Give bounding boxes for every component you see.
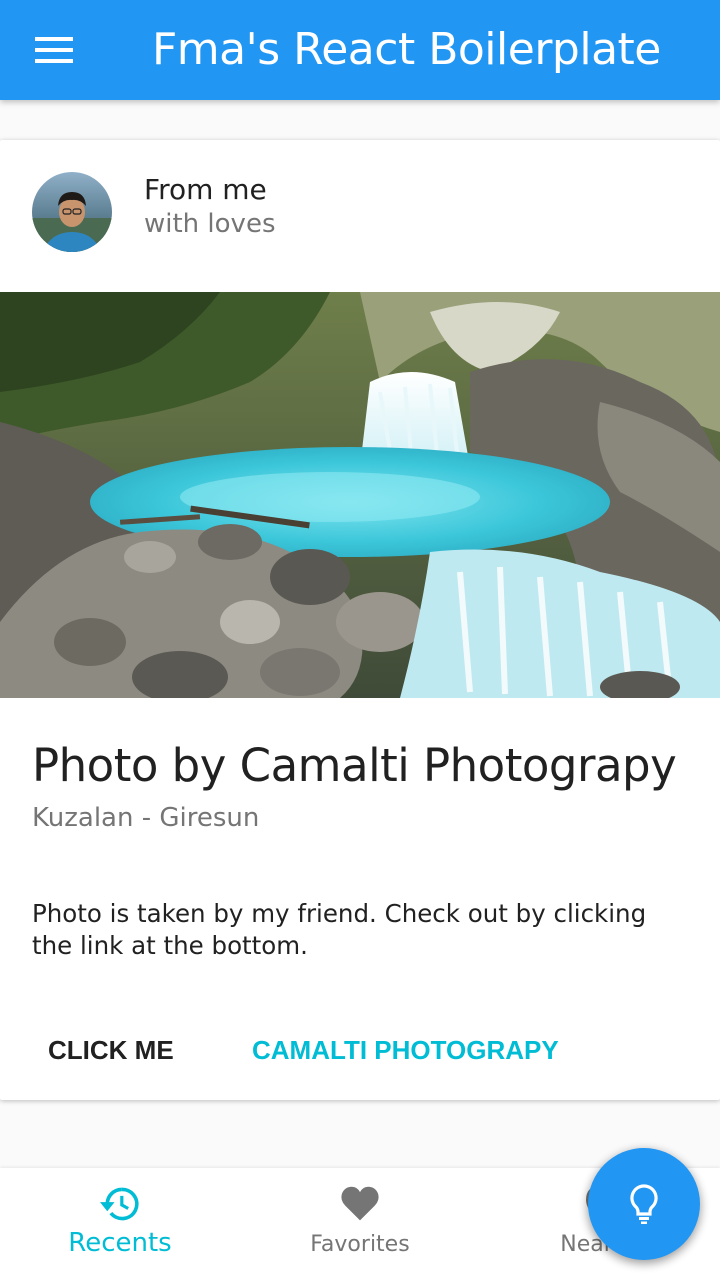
history-icon [100,1184,140,1224]
app-bar: Fma's React Boilerplate [0,0,720,100]
avatar [32,172,112,252]
photo-card: From me with loves Photo by Camalti Phot… [0,140,720,1100]
nav-label-favorites: Favorites [310,1232,410,1257]
camalti-photography-link-button[interactable]: Camalti Photograpy [236,1028,575,1072]
nav-item-recents[interactable]: Recents [0,1168,240,1280]
card-header-title: From me [144,173,267,206]
card-text: Photo is taken by my friend. Check out b… [32,899,647,960]
card-title: Photo by Camalti Photograpy [32,739,677,792]
card-header: From me with loves [0,140,720,292]
floating-action-button[interactable] [588,1148,700,1260]
click-me-button[interactable]: Click me [32,1028,190,1072]
card-subtitle: Kuzalan - Giresun [32,803,260,833]
lightbulb-icon [630,1184,658,1224]
menu-button[interactable] [30,26,78,74]
menu-icon [35,37,73,63]
card-header-subtitle: with loves [144,209,276,239]
app-title: Fma's React Boilerplate [152,24,661,75]
heart-icon [340,1184,380,1224]
nav-label-recents: Recents [68,1228,172,1258]
card-media-image [0,292,720,698]
nav-item-favorites[interactable]: Favorites [240,1168,480,1280]
